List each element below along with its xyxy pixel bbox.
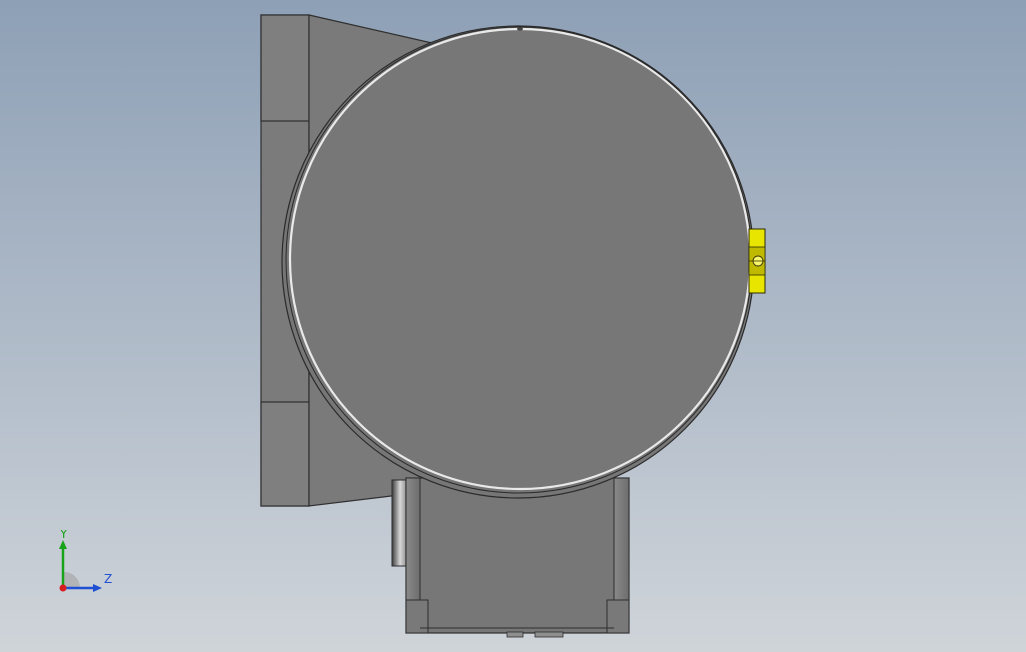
triad-plane (63, 571, 81, 588)
motor-body[interactable] (281, 25, 755, 499)
origin-point (59, 584, 67, 592)
motor-face-highlight (288, 27, 752, 491)
drain-plug-right (534, 631, 564, 638)
terminal-box[interactable] (748, 228, 766, 294)
axis-triad: Y Z (59, 530, 112, 592)
y-axis-label: Y (59, 530, 68, 541)
cad-viewport[interactable]: Y Z (0, 0, 1026, 652)
motor-top-mark (517, 27, 523, 31)
lower-gearbox[interactable] (391, 477, 630, 638)
motor-reducer-model[interactable] (0, 0, 1026, 652)
y-axis-arrow (59, 540, 67, 549)
flange-bottom-pad (260, 401, 310, 507)
z-axis-arrow (93, 584, 102, 592)
drain-plug-left (506, 631, 524, 638)
z-axis-label: Z (104, 572, 112, 586)
gearbox-housing[interactable] (405, 477, 630, 634)
flange-top-pad (260, 14, 310, 122)
